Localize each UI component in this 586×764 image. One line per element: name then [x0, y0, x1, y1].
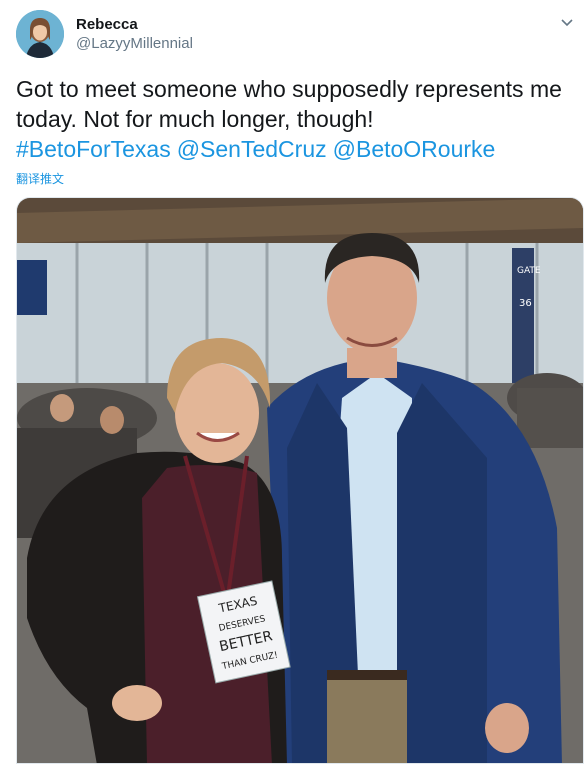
- tweet-photo[interactable]: GATE 36 TEXAS DESERVES BETTER THAN CRUZ!: [16, 197, 584, 764]
- translate-link[interactable]: 翻译推文: [16, 170, 64, 187]
- tweet-text: Got to meet someone who supposedly repre…: [16, 76, 562, 132]
- hashtag-link[interactable]: #BetoForTexas: [16, 136, 171, 162]
- mention-link[interactable]: @BetoORourke: [333, 136, 496, 162]
- tweet-header: Rebecca @LazyyMillennial: [16, 10, 576, 62]
- gate-sign-text: GATE: [517, 266, 541, 276]
- tweet-links: #BetoForTexas @SenTedCruz @BetoORourke: [16, 134, 576, 164]
- chevron-down-icon[interactable]: [560, 16, 574, 30]
- display-name[interactable]: Rebecca: [76, 16, 193, 34]
- profile-photo-icon: [16, 10, 64, 58]
- gate-sign-number: 36: [519, 298, 532, 309]
- mention-link[interactable]: @SenTedCruz: [177, 136, 327, 162]
- author-names: Rebecca @LazyyMillennial: [76, 16, 193, 54]
- user-handle[interactable]: @LazyyMillennial: [76, 34, 193, 54]
- avatar[interactable]: [16, 10, 64, 58]
- tweet-body: Got to meet someone who supposedly repre…: [16, 74, 576, 164]
